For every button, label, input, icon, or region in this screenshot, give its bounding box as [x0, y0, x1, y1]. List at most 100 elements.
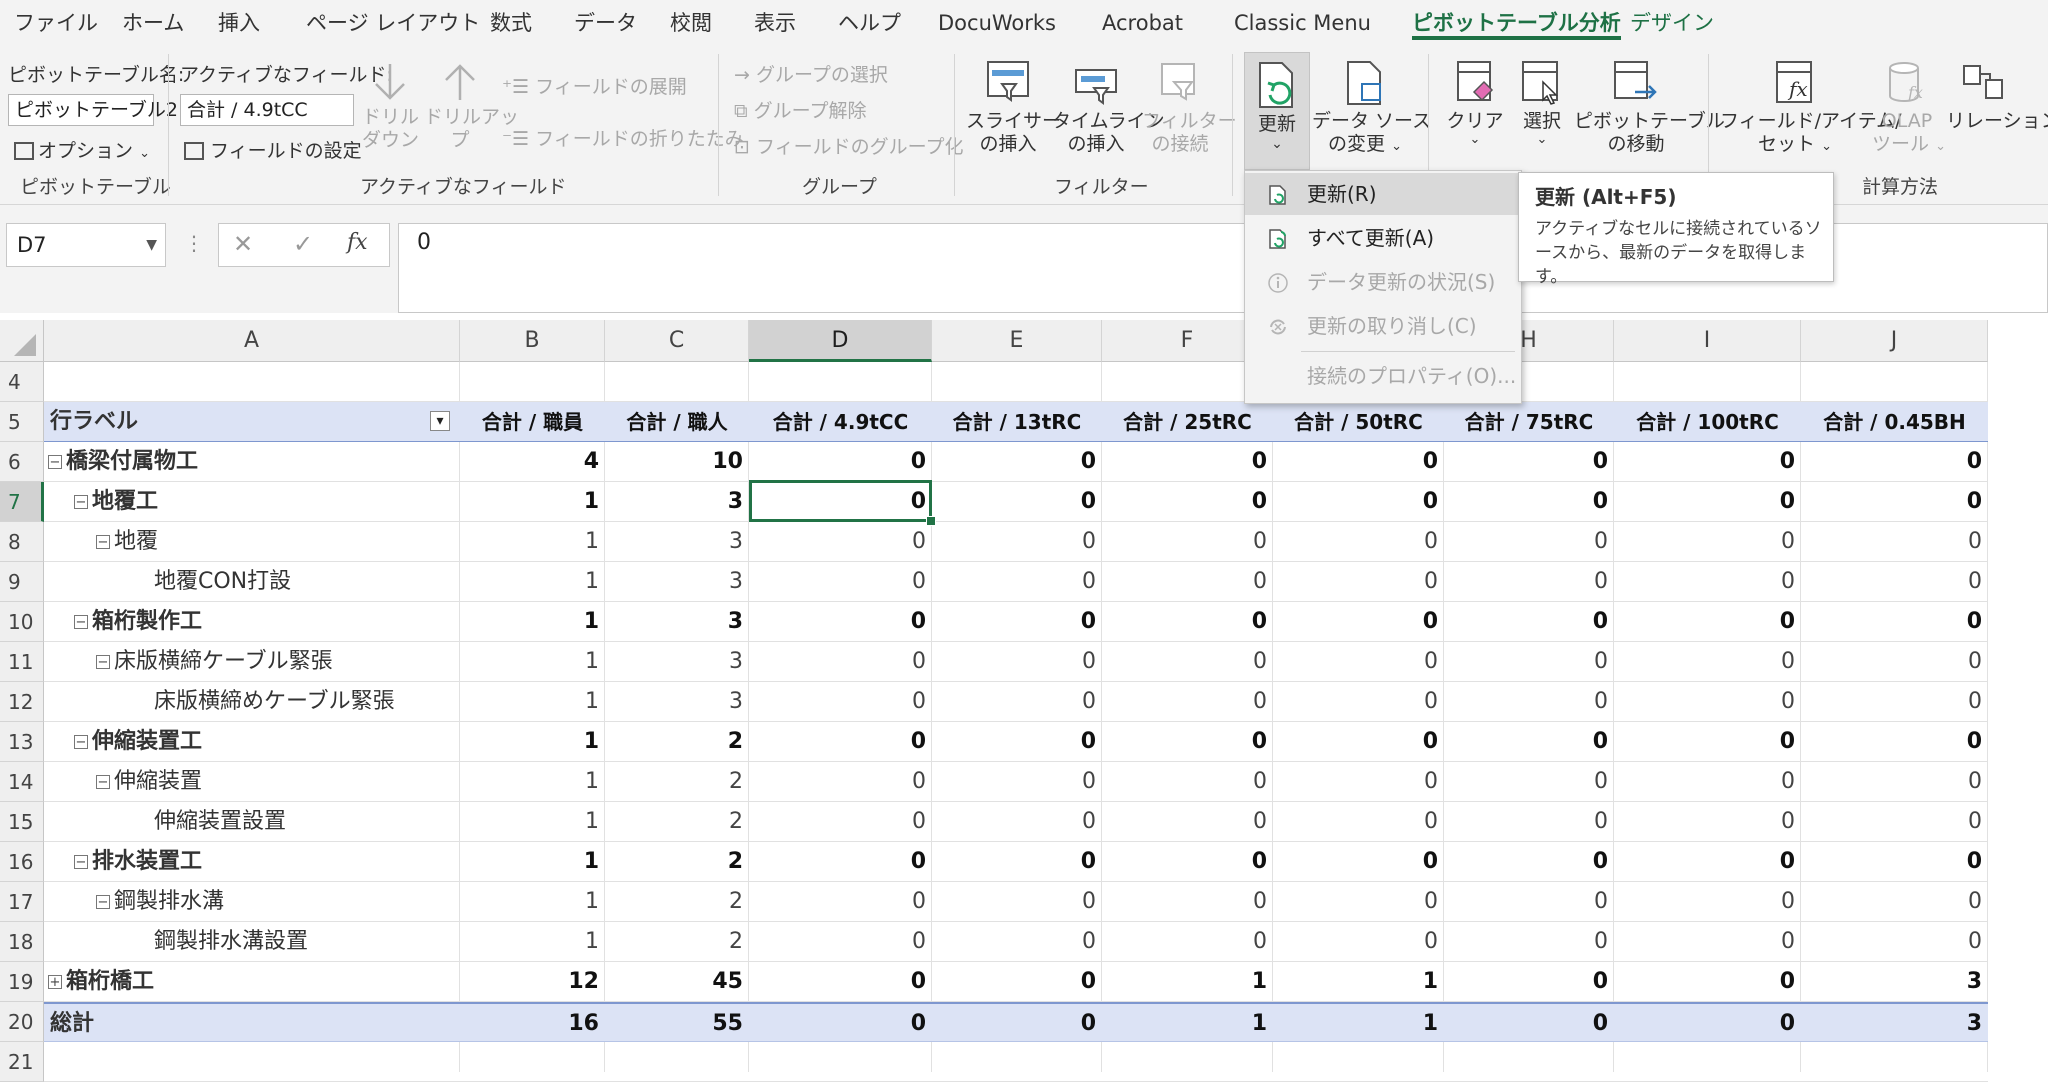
value-cell[interactable]: 0: [932, 522, 1102, 562]
tab-help[interactable]: ヘルプ: [838, 0, 901, 46]
grand-total-cell[interactable]: 3: [1801, 1004, 1988, 1044]
row-label[interactable]: − 排水装置工: [44, 842, 460, 882]
value-cell[interactable]: 0: [749, 722, 932, 762]
column-header-i[interactable]: I: [1614, 320, 1801, 362]
options-button[interactable]: オプション ⌄: [14, 136, 150, 163]
tab-home[interactable]: ホーム: [122, 0, 184, 46]
row-header-11[interactable]: 11: [0, 642, 44, 682]
drill-down-button[interactable]: ドリル ダウン: [362, 60, 419, 152]
row-labels-header[interactable]: 行ラベル: [44, 402, 460, 442]
value-cell[interactable]: 0: [749, 842, 932, 882]
menu-item-refresh-all[interactable]: すべて更新(A): [1245, 217, 1519, 259]
value-cell[interactable]: 0: [1273, 562, 1444, 602]
value-cell[interactable]: 0: [1801, 642, 1988, 682]
value-field-header[interactable]: 合計 / 4.9tCC: [749, 402, 932, 442]
value-cell[interactable]: 1: [460, 482, 605, 522]
value-cell[interactable]: 0: [1102, 562, 1273, 602]
grand-total-label[interactable]: 総計: [44, 1004, 460, 1044]
insert-timeline-button[interactable]: タイムライン の挿入: [1052, 58, 1165, 156]
value-cell[interactable]: 0: [1801, 922, 1988, 962]
move-pivot-button[interactable]: ピボットテーブル の移動: [1574, 58, 1725, 156]
value-cell[interactable]: 0: [1273, 682, 1444, 722]
value-cell[interactable]: 0: [1614, 722, 1801, 762]
value-cell[interactable]: 0: [1801, 522, 1988, 562]
value-cell[interactable]: 0: [749, 602, 932, 642]
value-cell[interactable]: 0: [932, 722, 1102, 762]
value-cell[interactable]: 0: [1444, 642, 1614, 682]
expand-field-button[interactable]: ⁺☰ フィールドの展開: [502, 72, 687, 99]
row-header-20[interactable]: 20: [0, 1002, 44, 1042]
value-cell[interactable]: 0: [1614, 922, 1801, 962]
collapse-icon[interactable]: −: [96, 535, 110, 549]
value-cell[interactable]: 0: [932, 922, 1102, 962]
row-label[interactable]: − 地覆工: [44, 482, 460, 522]
value-field-header[interactable]: 合計 / 13tRC: [932, 402, 1102, 442]
value-cell[interactable]: 0: [1801, 802, 1988, 842]
collapse-icon[interactable]: −: [74, 855, 88, 869]
value-cell[interactable]: 0: [1444, 682, 1614, 722]
value-cell[interactable]: 0: [1801, 682, 1988, 722]
row-header-4[interactable]: 4: [0, 362, 44, 402]
row-header-19[interactable]: 19: [0, 962, 44, 1002]
tab-classic-menu[interactable]: Classic Menu: [1234, 0, 1371, 46]
value-cell[interactable]: 0: [1614, 482, 1801, 522]
value-cell[interactable]: 0: [749, 442, 932, 482]
value-cell[interactable]: 0: [749, 802, 932, 842]
column-header-j[interactable]: J: [1801, 320, 1988, 362]
row-label[interactable]: − 地覆: [44, 522, 460, 562]
row-label[interactable]: 地覆CON打設: [44, 562, 460, 602]
menu-item-connection-properties[interactable]: 接続のプロパティ(O)...: [1245, 355, 1519, 397]
value-cell[interactable]: 0: [1801, 602, 1988, 642]
relationships-button[interactable]: リレーションシッ: [1946, 58, 2048, 133]
value-cell[interactable]: 0: [1273, 882, 1444, 922]
value-cell[interactable]: 0: [1801, 482, 1988, 522]
value-cell[interactable]: 0: [1273, 842, 1444, 882]
value-cell[interactable]: 0: [1444, 722, 1614, 762]
value-cell[interactable]: 0: [1102, 482, 1273, 522]
row-header-5[interactable]: 5: [0, 402, 44, 442]
value-cell[interactable]: 1: [460, 762, 605, 802]
tab-design[interactable]: デザイン: [1630, 0, 1714, 46]
value-cell[interactable]: 0: [749, 682, 932, 722]
value-cell[interactable]: 2: [605, 842, 749, 882]
value-cell[interactable]: 1: [460, 922, 605, 962]
value-cell[interactable]: 2: [605, 922, 749, 962]
value-cell[interactable]: 0: [932, 802, 1102, 842]
value-cell[interactable]: 10: [605, 442, 749, 482]
value-cell[interactable]: 0: [1273, 482, 1444, 522]
value-cell[interactable]: 4: [460, 442, 605, 482]
expand-icon[interactable]: +: [48, 975, 62, 989]
tab-formulas[interactable]: 数式: [490, 0, 532, 46]
group-field-button[interactable]: ⊡ フィールドのグループ化: [734, 132, 963, 159]
value-cell[interactable]: 1: [460, 722, 605, 762]
confirm-icon[interactable]: ✓: [293, 230, 313, 258]
grand-total-cell[interactable]: 1: [1273, 1004, 1444, 1044]
collapse-icon[interactable]: −: [74, 735, 88, 749]
value-cell[interactable]: 0: [1102, 442, 1273, 482]
value-cell[interactable]: 0: [1102, 522, 1273, 562]
row-label[interactable]: + 箱桁橋工: [44, 962, 460, 1002]
value-cell[interactable]: 0: [1444, 802, 1614, 842]
collapse-field-button[interactable]: ⁻☰ フィールドの折りたたみ: [502, 124, 744, 151]
value-cell[interactable]: 3: [605, 522, 749, 562]
value-cell[interactable]: 0: [932, 762, 1102, 802]
value-cell[interactable]: 2: [605, 882, 749, 922]
fill-handle[interactable]: [926, 516, 936, 526]
column-header-b[interactable]: B: [460, 320, 605, 362]
value-cell[interactable]: 0: [932, 642, 1102, 682]
value-cell[interactable]: 0: [1444, 602, 1614, 642]
tab-insert[interactable]: 挿入: [218, 0, 260, 46]
value-cell[interactable]: 0: [1444, 522, 1614, 562]
row-label[interactable]: − 橋梁付属物工: [44, 442, 460, 482]
row-label[interactable]: 伸縮装置設置: [44, 802, 460, 842]
value-cell[interactable]: 0: [1614, 642, 1801, 682]
collapse-icon[interactable]: −: [48, 455, 62, 469]
grand-total-cell[interactable]: 55: [605, 1004, 749, 1044]
value-cell[interactable]: 0: [1102, 682, 1273, 722]
tab-page-layout[interactable]: ページ レイアウト: [306, 0, 480, 46]
worksheet-grid[interactable]: ABCDEFGHIJ 45678910111213141516171819202…: [0, 320, 2048, 1082]
row-header-14[interactable]: 14: [0, 762, 44, 802]
filter-connections-button[interactable]: フィルター の接続: [1142, 58, 1237, 156]
group-selection-button[interactable]: → グループの選択: [734, 60, 888, 87]
value-cell[interactable]: 0: [749, 962, 932, 1002]
